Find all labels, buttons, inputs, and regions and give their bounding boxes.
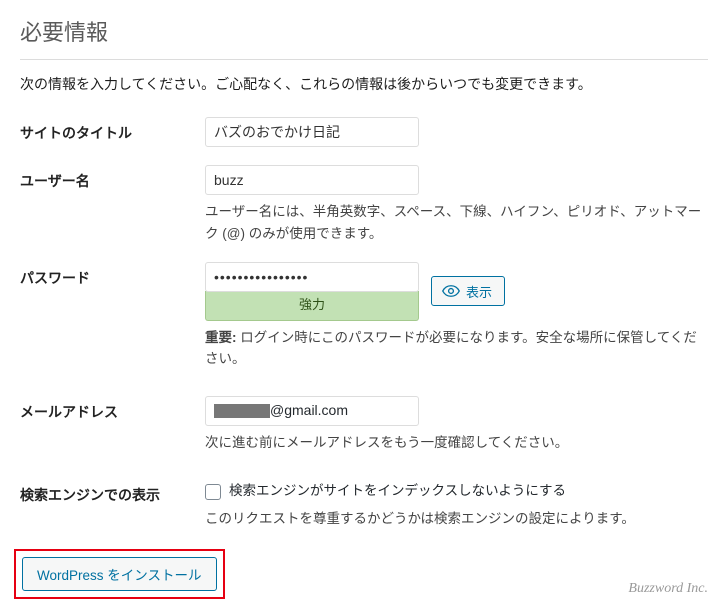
username-hint: ユーザー名には、半角英数字、スペース、下線、ハイフン、ピリオド、アットマーク (… (205, 201, 708, 244)
search-engine-field: 検索エンジンがサイトをインデックスしないようにする このリクエストを尊重するかど… (205, 479, 708, 529)
email-label: メールアドレス (20, 396, 205, 423)
search-engine-checkbox-label: 検索エンジンがサイトをインデックスしないようにする (229, 481, 566, 501)
password-field: 強力 表示 重要: ログイン時にこのパスワードが必要になります。安全な場所に保管… (205, 262, 708, 370)
username-input[interactable] (205, 165, 419, 195)
username-label: ユーザー名 (20, 165, 205, 192)
email-redacted-prefix (214, 404, 270, 418)
password-hint-strong: 重要: (205, 330, 237, 345)
search-engine-hint: このリクエストを尊重するかどうかは検索エンジンの設定によります。 (205, 508, 708, 530)
password-hint: 重要: ログイン時にこのパスワードが必要になります。安全な場所に保管してください… (205, 327, 708, 370)
username-row: ユーザー名 ユーザー名には、半角英数字、スペース、下線、ハイフン、ピリオド、アッ… (20, 165, 708, 244)
eye-icon (442, 285, 460, 297)
password-input[interactable] (205, 262, 419, 292)
install-wordpress-button[interactable]: WordPress をインストール (22, 557, 217, 591)
email-hint: 次に進む前にメールアドレスをもう一度確認してください。 (205, 432, 708, 454)
show-password-label: 表示 (466, 282, 492, 301)
email-suffix: @gmail.com (270, 400, 348, 421)
password-label: パスワード (20, 262, 205, 289)
search-engine-checkbox[interactable] (205, 484, 221, 500)
search-engine-label: 検索エンジンでの表示 (20, 479, 205, 506)
password-hint-text: ログイン時にこのパスワードが必要になります。安全な場所に保管してください。 (205, 330, 697, 367)
password-row: パスワード 強力 表示 重要: (20, 262, 708, 370)
site-title-input[interactable] (205, 117, 419, 147)
site-title-label: サイトのタイトル (20, 117, 205, 144)
intro-text: 次の情報を入力してください。ご心配なく、これらの情報は後からいつでも変更できます… (20, 74, 708, 95)
footer-row: WordPress をインストール Buzzword Inc. (0, 543, 728, 609)
show-password-button[interactable]: 表示 (431, 276, 505, 306)
password-strength-badge: 強力 (205, 291, 419, 321)
install-button-highlight: WordPress をインストール (14, 549, 225, 599)
site-title-row: サイトのタイトル (20, 117, 708, 147)
site-title-field (205, 117, 708, 147)
username-field: ユーザー名には、半角英数字、スペース、下線、ハイフン、ピリオド、アットマーク (… (205, 165, 708, 244)
email-input[interactable]: @gmail.com (205, 396, 419, 426)
page-title: 必要情報 (20, 16, 708, 60)
email-field-container: @gmail.com 次に進む前にメールアドレスをもう一度確認してください。 (205, 396, 708, 454)
footer-brand: Buzzword Inc. (628, 578, 708, 599)
search-engine-row: 検索エンジンでの表示 検索エンジンがサイトをインデックスしないようにする このリ… (20, 479, 708, 529)
email-row: メールアドレス @gmail.com 次に進む前にメールアドレスをもう一度確認し… (20, 396, 708, 454)
